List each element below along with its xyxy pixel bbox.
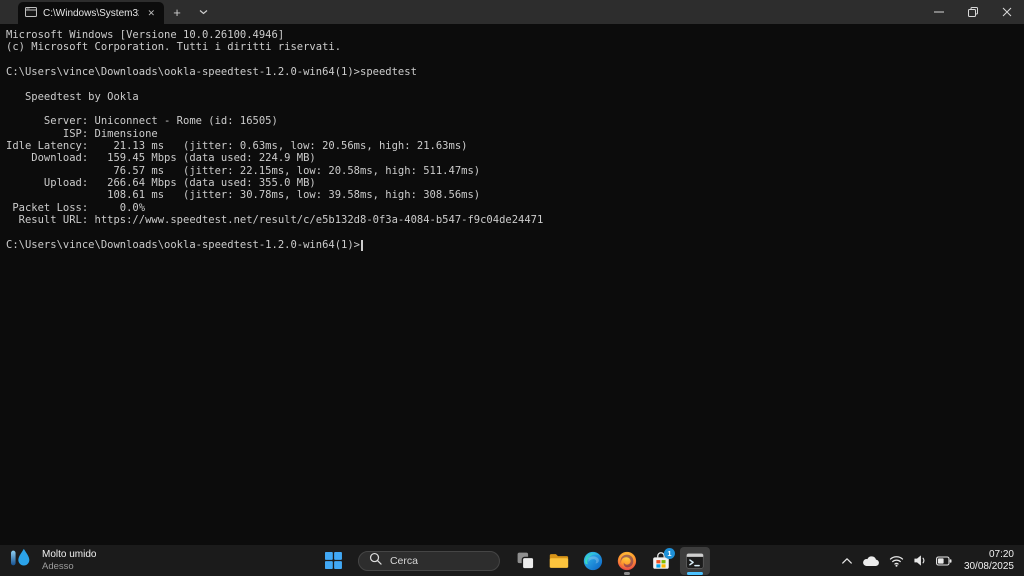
search-icon bbox=[369, 552, 382, 570]
onedrive-tray-button[interactable] bbox=[862, 555, 880, 567]
firefox-button[interactable] bbox=[612, 547, 642, 575]
command-prompt: C:\Users\vince\Downloads\ookla-speedtest… bbox=[6, 238, 361, 251]
taskbar-center: Cerca 1 bbox=[318, 545, 710, 576]
system-tray: 07:20 30/08/2025 bbox=[841, 545, 1024, 576]
minimize-button[interactable] bbox=[922, 0, 956, 24]
cmd-window-icon bbox=[25, 4, 37, 22]
tab-close-icon[interactable]: ✕ bbox=[145, 7, 157, 20]
terminal-titlebar: C:\Windows\System32\cmd.e ✕ + bbox=[0, 0, 1024, 24]
firefox-icon bbox=[617, 551, 637, 570]
terminal-active-indicator bbox=[686, 571, 703, 575]
weather-widget[interactable]: Molto umido Adesso bbox=[0, 545, 108, 576]
clock-date: 30/08/2025 bbox=[963, 560, 1014, 572]
task-view-button[interactable] bbox=[510, 547, 540, 575]
terminal-content-area[interactable]: Microsoft Windows [Versione 10.0.26100.4… bbox=[0, 24, 1024, 545]
volume-tray-button[interactable] bbox=[913, 554, 927, 567]
terminal-output: Microsoft Windows [Versione 10.0.26100.4… bbox=[6, 29, 544, 227]
clock[interactable]: 07:20 30/08/2025 bbox=[964, 549, 1014, 573]
battery-icon bbox=[935, 555, 952, 566]
folder-icon bbox=[549, 553, 569, 568]
terminal-taskbar-button[interactable] bbox=[679, 546, 710, 575]
chevron-down-icon bbox=[199, 7, 208, 17]
search-box[interactable]: Cerca bbox=[357, 550, 500, 571]
new-tab-button[interactable]: + bbox=[164, 0, 190, 24]
windows-logo-icon bbox=[324, 552, 342, 569]
file-explorer-button[interactable] bbox=[544, 547, 574, 575]
window-controls bbox=[922, 0, 1024, 24]
weather-time-label: Adesso bbox=[42, 561, 74, 572]
battery-tray-button[interactable] bbox=[935, 555, 952, 566]
store-notification-badge: 1 bbox=[663, 547, 675, 559]
tray-expand-button[interactable] bbox=[841, 556, 853, 565]
microsoft-store-button[interactable]: 1 bbox=[646, 547, 676, 575]
cloud-icon bbox=[863, 555, 879, 566]
maximize-button[interactable] bbox=[956, 0, 990, 24]
firefox-running-indicator bbox=[623, 572, 630, 575]
weather-condition: Molto umido bbox=[42, 549, 97, 560]
tab-title: C:\Windows\System32\cmd.e bbox=[43, 7, 139, 19]
taskbar: Molto umido Adesso Cerca 1 07:20 30/08/2… bbox=[0, 545, 1024, 576]
edge-browser-button[interactable] bbox=[578, 547, 608, 575]
close-icon bbox=[1002, 7, 1012, 17]
text-cursor bbox=[361, 239, 363, 251]
search-placeholder: Cerca bbox=[389, 554, 418, 567]
wifi-icon bbox=[889, 556, 904, 567]
command-prompt-line: C:\Users\vince\Downloads\ookla-speedtest… bbox=[6, 239, 1024, 251]
restore-icon bbox=[968, 7, 978, 17]
wifi-tray-button[interactable] bbox=[889, 554, 904, 567]
tab-dropdown-button[interactable] bbox=[190, 0, 216, 24]
task-view-icon bbox=[517, 552, 534, 570]
close-button[interactable] bbox=[990, 0, 1024, 24]
start-button[interactable] bbox=[318, 547, 348, 575]
chevron-up-icon bbox=[842, 558, 852, 564]
thermometer-icon bbox=[11, 550, 16, 566]
humidity-weather-icon bbox=[10, 547, 34, 574]
terminal-tab[interactable]: C:\Windows\System32\cmd.e ✕ bbox=[18, 2, 164, 24]
clock-time: 07:20 bbox=[988, 548, 1014, 560]
minimize-icon bbox=[934, 11, 944, 13]
water-drop-icon bbox=[18, 548, 30, 566]
edge-icon bbox=[583, 551, 603, 570]
speaker-icon bbox=[914, 555, 925, 566]
plus-icon: + bbox=[173, 4, 181, 20]
command-prompt-icon bbox=[686, 552, 704, 569]
